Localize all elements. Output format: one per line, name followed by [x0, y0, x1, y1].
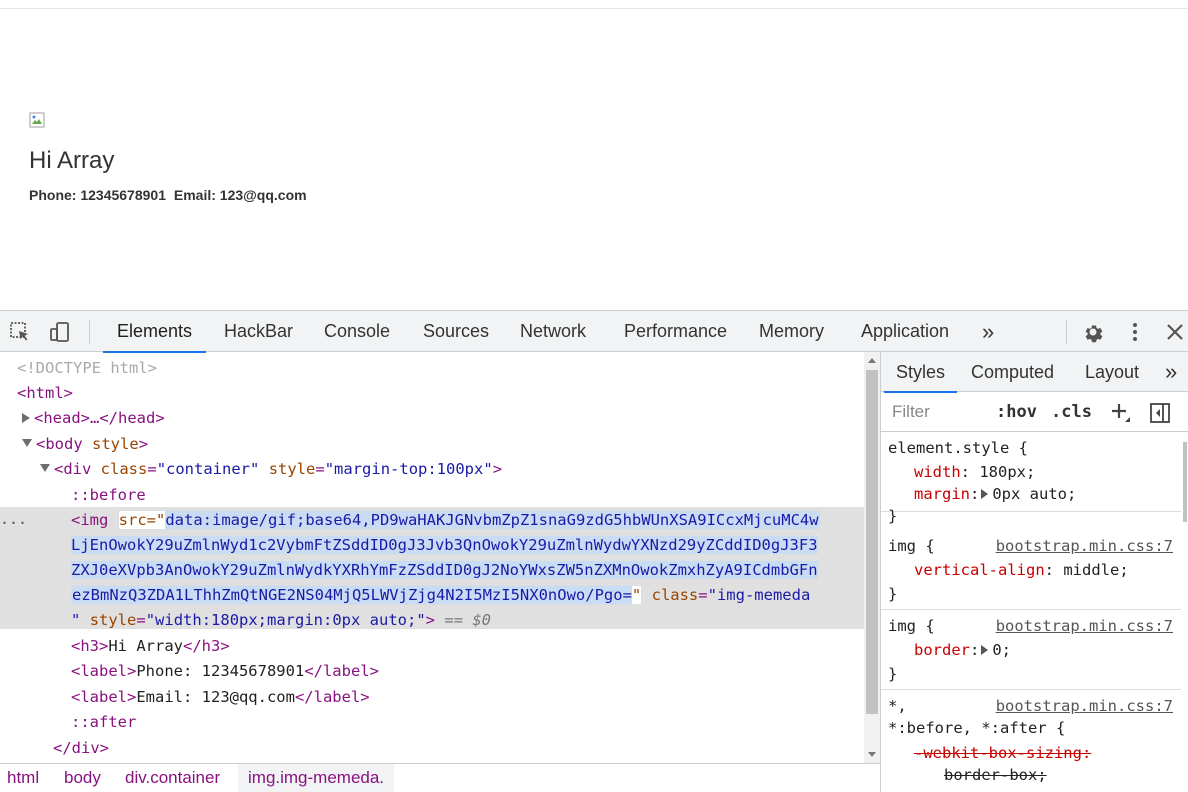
expand-shorthand-triangle-icon[interactable]	[981, 489, 989, 499]
tab-sources[interactable]: Sources	[423, 311, 489, 352]
rule-declaration[interactable]: margin: 0px auto;	[914, 483, 1076, 505]
breadcrumb-img-memeda[interactable]: img.img-memeda.	[238, 764, 395, 792]
scroll-down-arrow-icon[interactable]	[868, 752, 876, 757]
dom-line-img-src-3: ZXJ0eXVpb3AnOwokY29uZmlnWydkYXRhYmFzZSdd…	[71, 561, 818, 579]
dom-line-img-style: " style="width:180px;margin:0px auto;"> …	[71, 611, 492, 629]
breadcrumb-body[interactable]: body	[64, 764, 101, 792]
toolbar-separator	[89, 320, 90, 344]
breadcrumb-html[interactable]: html	[7, 764, 39, 792]
elements-dom-tree: ... <!DOCTYPE html> <html> <head>…</head…	[0, 352, 880, 763]
img-src-value[interactable]: data:image/gif;base64,PD9waHAKJGNvbmZpZ1…	[165, 511, 819, 529]
expand-triangle-icon[interactable]	[22, 413, 30, 423]
more-options-icon[interactable]	[1123, 320, 1147, 344]
rule-declaration-overridden-value: border-box;	[944, 766, 1047, 784]
tab-console[interactable]: Console	[324, 311, 390, 352]
rule-declaration[interactable]: width: 180px;	[914, 461, 1035, 483]
viewport-top-border	[0, 8, 1188, 9]
scroll-up-arrow-icon[interactable]	[868, 358, 876, 363]
new-style-rule-icon[interactable]	[1110, 402, 1132, 424]
dom-line-label-email[interactable]: <label>Email: 123@qq.com</label>	[71, 685, 935, 710]
dom-line-div-container[interactable]: <div class="container" style="margin-top…	[40, 457, 904, 482]
dom-line-after[interactable]: ::after	[71, 710, 935, 735]
email-label: Email: 123@qq.com	[173, 187, 307, 203]
tab-hackbar[interactable]: HackBar	[224, 311, 293, 352]
expand-shorthand-triangle-icon[interactable]	[981, 645, 989, 655]
close-icon[interactable]	[1163, 320, 1187, 344]
tab-network[interactable]: Network	[520, 311, 586, 352]
style-rule-universal: *, bootstrap.min.css:7 *:before, *:after…	[881, 690, 1181, 792]
rule-selector-continued[interactable]: *:before, *:after {	[888, 717, 1065, 739]
tab-styles[interactable]: Styles	[883, 352, 958, 393]
gear-icon[interactable]	[1081, 320, 1105, 344]
cls-toggle-button[interactable]: .cls	[1051, 402, 1092, 422]
style-rule-element: element.style { width: 180px; margin: 0px…	[881, 432, 1181, 525]
rule-selector[interactable]: element.style {	[888, 437, 1028, 459]
dom-line-doctype[interactable]: <!DOCTYPE html>	[17, 356, 881, 381]
style-rule-img-vertical-align: img { bootstrap.min.css:7 vertical-align…	[881, 530, 1181, 610]
broken-image-icon	[29, 112, 45, 128]
styles-filter-row: :hov .cls	[881, 392, 1188, 432]
scrollbar-thumb[interactable]	[866, 370, 878, 714]
page-title: Hi Array	[29, 147, 115, 174]
dom-line-div-close[interactable]: </div>	[53, 736, 917, 761]
hov-toggle-button[interactable]: :hov	[996, 402, 1037, 422]
rule-source-link[interactable]: bootstrap.min.css:7	[996, 615, 1173, 637]
tab-memory[interactable]: Memory	[759, 311, 824, 352]
page-viewport: Hi Array Phone: 12345678901 Email: 123@q…	[0, 0, 1188, 310]
devtools-panel: Elements HackBar Console Sources Network…	[0, 310, 1188, 792]
dom-line-body[interactable]: <body style>	[22, 432, 886, 457]
inspect-element-icon[interactable]	[8, 320, 32, 344]
breadcrumb-div-container[interactable]: div.container	[125, 764, 220, 792]
rule-selector[interactable]: img {	[888, 535, 935, 557]
tab-application[interactable]: Application	[861, 311, 949, 352]
rule-declaration[interactable]: border: 0;	[914, 639, 1011, 661]
rule-declaration[interactable]: vertical-align: middle;	[914, 559, 1129, 581]
styles-scrollbar[interactable]	[1181, 432, 1188, 792]
device-toolbar-icon[interactable]	[48, 320, 72, 344]
dom-line-img-src-4: ezBmNzQ3ZDA1LThhZmQtNGE2NS04MjQ5LWVjZjg4…	[71, 585, 811, 605]
scrollbar-thumb[interactable]	[1183, 442, 1187, 522]
toggle-sidebar-icon[interactable]	[1149, 402, 1171, 424]
styles-pane: Styles Computed Layout » :hov .cls eleme…	[880, 352, 1188, 792]
styles-tabbar: Styles Computed Layout »	[881, 352, 1188, 393]
phone-label: Phone: 12345678901	[29, 187, 166, 203]
collapse-triangle-icon[interactable]	[40, 464, 50, 472]
dom-line-h3[interactable]: <h3>Hi Array</h3>	[71, 634, 935, 659]
tab-elements[interactable]: Elements	[102, 311, 207, 353]
rule-selector[interactable]: img {	[888, 615, 935, 637]
breadcrumb: html body div.container img.img-memeda.	[0, 763, 880, 792]
dom-line-label-phone[interactable]: <label>Phone: 12345678901</label>	[71, 659, 935, 684]
dom-line-img[interactable]: <img src="data:image/gif;base64,PD9waHAK…	[71, 508, 935, 533]
styles-filter-input[interactable]	[887, 398, 979, 426]
devtools-tabbar: Elements HackBar Console Sources Network…	[0, 311, 1188, 353]
tab-computed[interactable]: Computed	[971, 352, 1054, 392]
dom-line-before[interactable]: ::before	[71, 483, 935, 508]
dom-line-html[interactable]: <html>	[17, 381, 881, 406]
rule-source-link[interactable]: bootstrap.min.css:7	[996, 535, 1173, 557]
contact-info: Phone: 12345678901 Email: 123@qq.com	[29, 187, 311, 203]
dom-line-head[interactable]: <head>…</head>	[22, 406, 886, 431]
more-tabs-chevron-icon[interactable]: »	[982, 311, 994, 352]
rule-source-link[interactable]: bootstrap.min.css:7	[996, 695, 1173, 717]
tab-performance[interactable]: Performance	[624, 311, 727, 352]
more-styles-tabs-chevron-icon[interactable]: »	[1165, 352, 1177, 392]
elements-scrollbar[interactable]	[864, 352, 880, 763]
dom-line-img-src-2: LjEnOwokY29uZmlnWyd1c2VybmFtZSddID0gJ3Jv…	[71, 536, 818, 554]
tab-layout[interactable]: Layout	[1085, 352, 1139, 392]
node-actions-ellipsis[interactable]: ...	[0, 507, 27, 532]
style-rule-img-border: img { bootstrap.min.css:7 border: 0; }	[881, 610, 1181, 690]
collapse-triangle-icon[interactable]	[22, 439, 32, 447]
toolbar-separator	[1066, 320, 1067, 344]
rule-declaration-overridden[interactable]: -webkit-box-sizing:	[914, 742, 1091, 764]
rule-selector[interactable]: *,	[888, 695, 907, 717]
